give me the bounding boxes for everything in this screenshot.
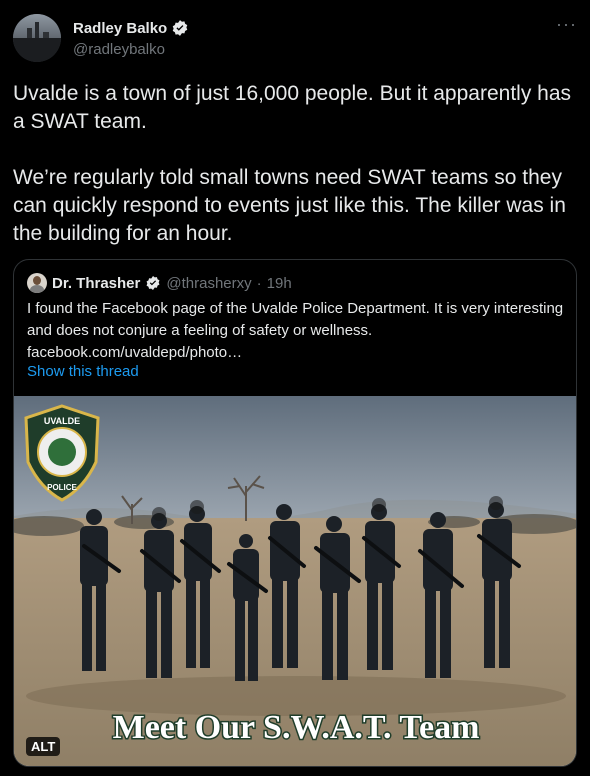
quoted-author-handle: @thrasherxy [166, 274, 252, 292]
verified-badge-icon [172, 20, 188, 36]
tweet-text: Uvalde is a town of just 16,000 people. … [13, 82, 572, 245]
alt-text-button[interactable]: ALT [26, 737, 61, 756]
photo-caption: Meet Our S.W.A.T. Team [113, 709, 480, 746]
quoted-tweet-header: Dr. Thrasher @thrasherxy · 19h [27, 273, 292, 293]
quoted-author-avatar [27, 273, 47, 293]
quoted-tweet[interactable]: Dr. Thrasher @thrasherxy · 19h I found t… [13, 259, 577, 767]
quoted-tweet-text: I found the Facebook page of the Uvalde … [27, 300, 564, 361]
quoted-tweet-time: 19h [266, 274, 292, 292]
swat-team-photo[interactable]: UVALDE POLICE Meet Our S.W.A.T. Team ALT [14, 396, 576, 766]
tweet-header: Radley Balko @radleybalko ··· [13, 14, 577, 64]
photo-scene: UVALDE POLICE Meet Our S.W.A.T. Team [14, 396, 576, 766]
more-horizontal-icon[interactable]: ··· [556, 14, 577, 35]
verified-badge-icon [146, 276, 160, 290]
author-display-name[interactable]: Radley Balko [73, 20, 167, 37]
separator-dot: · [256, 274, 262, 292]
svg-text:UVALDE: UVALDE [44, 416, 80, 426]
show-thread-link[interactable]: Show this thread [27, 363, 139, 380]
author-name-row[interactable]: Radley Balko [73, 19, 189, 37]
author-avatar[interactable] [13, 14, 61, 62]
svg-text:POLICE: POLICE [47, 483, 77, 492]
quoted-author-name: Dr. Thrasher [52, 274, 141, 292]
author-handle[interactable]: @radleybalko [73, 41, 165, 58]
